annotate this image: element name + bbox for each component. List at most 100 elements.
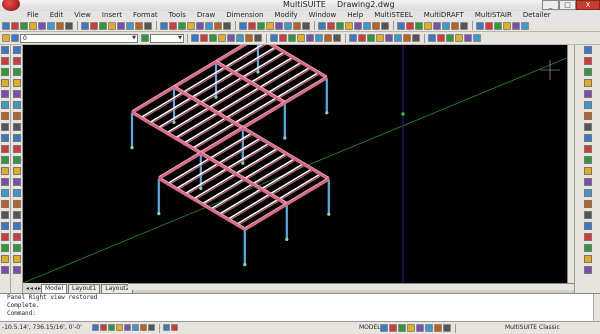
modify-tool-icon[interactable] [12,266,21,274]
draw-tool-icon[interactable] [367,33,375,42]
properties-tool-icon[interactable] [583,233,592,241]
standard-tool-icon[interactable] [460,21,468,30]
draw-tool-icon[interactable] [1,90,9,98]
steel-beam[interactable] [131,86,175,114]
draw-tool-icon[interactable] [428,33,436,42]
draw-tool-icon[interactable] [245,33,253,42]
column-base-plate[interactable] [283,136,287,140]
properties-tool-icon[interactable] [583,167,592,175]
draw-tool-icon[interactable] [279,33,287,42]
draw-tool-icon[interactable] [446,33,454,42]
standard-tool-icon[interactable] [318,21,326,30]
draw-tool-icon[interactable] [315,33,323,42]
properties-tool-icon[interactable] [583,211,592,219]
draw-tool-icon[interactable] [1,145,9,153]
draw-tool-icon[interactable] [1,189,9,197]
modify-tool-icon[interactable] [12,244,21,252]
standard-tool-icon[interactable] [56,21,64,30]
standard-tool-icon[interactable] [29,21,37,30]
standard-tool-icon[interactable] [424,21,432,30]
properties-tool-icon[interactable] [583,57,592,65]
modify-tool-icon[interactable] [12,233,21,241]
modify-tool-icon[interactable] [12,222,21,230]
menu-file[interactable]: File [27,11,39,20]
column-base-plate[interactable] [157,212,161,216]
draw-tool-icon[interactable] [455,33,463,42]
draw-tool-icon[interactable] [473,33,481,42]
draw-tool-icon[interactable] [191,33,199,42]
status-toggle-icon[interactable] [92,324,99,331]
status-toggle-icon[interactable] [163,324,170,331]
status-toggle-icon[interactable] [108,324,115,331]
standard-tool-icon[interactable] [248,21,256,30]
draw-tool-icon[interactable] [1,79,9,87]
standard-tool-icon[interactable] [415,21,423,30]
standard-tool-icon[interactable] [135,21,143,30]
modify-tool-icon[interactable] [12,255,21,263]
standard-tool-icon[interactable] [363,21,371,30]
properties-tool-icon[interactable] [583,178,592,186]
modify-tool-icon[interactable] [12,112,21,120]
standard-tool-icon[interactable] [302,21,310,30]
standard-tool-icon[interactable] [257,21,265,30]
properties-tool-icon[interactable] [583,46,592,54]
standard-tool-icon[interactable] [144,21,152,30]
draw-tool-icon[interactable] [376,33,384,42]
modify-tool-icon[interactable] [12,46,21,54]
menu-multistair[interactable]: MultiSTAIR [475,11,512,20]
status-tray-icon[interactable] [398,324,406,332]
status-tray-icon[interactable] [380,324,388,332]
menu-window[interactable]: Window [309,11,337,20]
standard-tool-icon[interactable] [494,21,502,30]
modify-tool-icon[interactable] [12,90,21,98]
standard-tool-icon[interactable] [451,21,459,30]
draw-tool-icon[interactable] [306,33,314,42]
draw-tool-icon[interactable] [1,46,9,54]
properties-tool-icon[interactable] [583,79,592,87]
draw-tool-icon[interactable] [1,244,9,252]
draw-tool-icon[interactable] [1,167,9,175]
make-current-icon[interactable] [141,34,149,42]
column-base-plate[interactable] [285,237,289,241]
draw-tool-icon[interactable] [349,33,357,42]
menu-draw[interactable]: Draw [197,11,215,20]
menu-multidraft[interactable]: MultiDRAFT [424,11,464,20]
draw-tool-icon[interactable] [1,123,9,131]
draw-tool-icon[interactable] [236,33,244,42]
color-combo[interactable] [150,33,184,43]
standard-tool-icon[interactable] [214,21,222,30]
draw-tool-icon[interactable] [288,33,296,42]
draw-tool-icon[interactable] [270,33,278,42]
draw-tool-icon[interactable] [1,222,9,230]
modify-tool-icon[interactable] [12,101,21,109]
standard-tool-icon[interactable] [485,21,493,30]
close-button[interactable]: X [576,0,600,10]
standard-tool-icon[interactable] [187,21,195,30]
modify-tool-icon[interactable] [12,178,21,186]
modify-tool-icon[interactable] [12,57,21,65]
standard-tool-icon[interactable] [117,21,125,30]
draw-tool-icon[interactable] [227,33,235,42]
draw-tool-icon[interactable] [437,33,445,42]
layer-manager-icon[interactable] [2,34,10,42]
column-base-plate[interactable] [130,146,134,150]
standard-tool-icon[interactable] [275,21,283,30]
layer-state-icon[interactable] [11,34,19,42]
steel-beam[interactable] [158,152,202,180]
standard-tool-icon[interactable] [108,21,116,30]
steel-beam[interactable] [173,60,217,89]
status-toggle-icon[interactable] [124,324,131,331]
standard-tool-icon[interactable] [81,21,89,30]
properties-tool-icon[interactable] [583,266,592,274]
draw-tool-icon[interactable] [464,33,472,42]
draw-tool-icon[interactable] [218,33,226,42]
standard-tool-icon[interactable] [178,21,186,30]
menu-tools[interactable]: Tools [169,11,186,20]
menu-dimension[interactable]: Dimension [226,11,263,20]
column-base-plate[interactable] [325,111,329,115]
standard-tool-icon[interactable] [47,21,55,30]
draw-tool-icon[interactable] [1,200,9,208]
standard-tool-icon[interactable] [512,21,520,30]
standard-tool-icon[interactable] [284,21,292,30]
steel-beam-flange[interactable] [173,59,217,86]
